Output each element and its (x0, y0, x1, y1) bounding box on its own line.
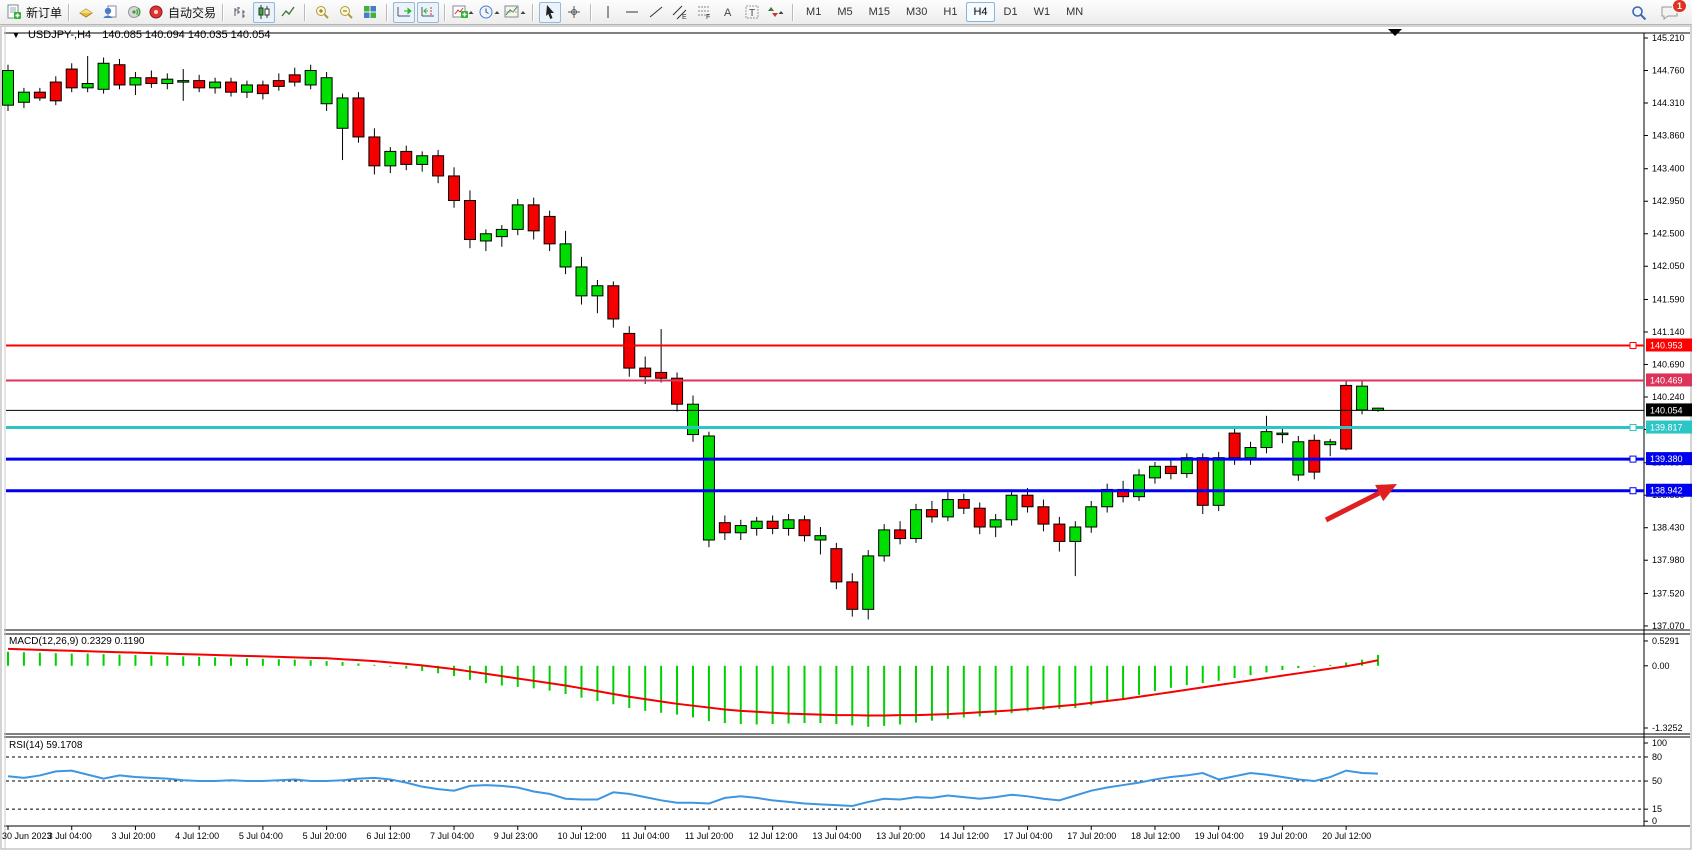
svg-text:5 Jul 04:00: 5 Jul 04:00 (239, 831, 283, 841)
svg-text:11 Jul 20:00: 11 Jul 20:00 (685, 831, 733, 841)
svg-text:145.210: 145.210 (1652, 33, 1685, 43)
svg-text:19 Jul 20:00: 19 Jul 20:00 (1258, 831, 1307, 841)
svg-text:10 Jul 12:00: 10 Jul 12:00 (557, 831, 606, 841)
svg-text:20 Jul 12:00: 20 Jul 12:00 (1322, 831, 1371, 841)
svg-text:143.400: 143.400 (1652, 164, 1685, 174)
macd-label: MACD(12,26,9) 0.2329 0.1190 (9, 636, 145, 647)
svg-text:50: 50 (1652, 776, 1662, 786)
svg-text:4 Jul 12:00: 4 Jul 12:00 (175, 831, 219, 841)
svg-text:137.980: 137.980 (1652, 555, 1685, 565)
svg-text:-1.3252: -1.3252 (1652, 723, 1683, 733)
svg-text:142.500: 142.500 (1652, 229, 1685, 239)
collapse-triangle-icon[interactable]: ▼ (12, 31, 20, 40)
trading-platform-window: { "toolbar": { "new_order_label": "新订单",… (0, 0, 1692, 850)
svg-text:6 Jul 12:00: 6 Jul 12:00 (366, 831, 410, 841)
svg-text:139.817: 139.817 (1650, 423, 1683, 433)
rsi-label: RSI(14) 59.1708 (9, 740, 83, 751)
chart-title: ▼ USDJPY-,H4 140.085 140.094 140.035 140… (12, 29, 270, 41)
svg-text:11 Jul 04:00: 11 Jul 04:00 (621, 831, 669, 841)
svg-text:3 Jul 20:00: 3 Jul 20:00 (111, 831, 155, 841)
svg-text:0.00: 0.00 (1652, 661, 1670, 671)
svg-text:142.050: 142.050 (1652, 261, 1685, 271)
svg-text:140.690: 140.690 (1652, 359, 1685, 369)
svg-text:142.950: 142.950 (1652, 196, 1685, 206)
svg-text:141.590: 141.590 (1652, 294, 1685, 304)
svg-text:17 Jul 04:00: 17 Jul 04:00 (1004, 831, 1053, 841)
svg-text:18 Jul 12:00: 18 Jul 12:00 (1131, 831, 1180, 841)
svg-text:138.430: 138.430 (1652, 523, 1685, 533)
svg-text:0.5291: 0.5291 (1652, 636, 1680, 646)
svg-text:143.860: 143.860 (1652, 131, 1685, 141)
svg-text:5 Jul 20:00: 5 Jul 20:00 (303, 831, 347, 841)
svg-text:19 Jul 04:00: 19 Jul 04:00 (1195, 831, 1244, 841)
svg-text:141.140: 141.140 (1652, 327, 1685, 337)
svg-text:144.760: 144.760 (1652, 66, 1685, 76)
svg-text:140.054: 140.054 (1650, 405, 1683, 415)
ohlc-values: 140.085 140.094 140.035 140.054 (102, 29, 270, 41)
svg-text:140.240: 140.240 (1652, 392, 1685, 402)
svg-text:139.380: 139.380 (1650, 454, 1683, 464)
svg-text:144.310: 144.310 (1652, 98, 1685, 108)
symbol-period: USDJPY-,H4 (28, 29, 91, 41)
svg-text:140.953: 140.953 (1650, 340, 1683, 350)
svg-text:7 Jul 04:00: 7 Jul 04:00 (430, 831, 474, 841)
svg-text:80: 80 (1652, 752, 1662, 762)
svg-text:9 Jul 23:00: 9 Jul 23:00 (494, 831, 538, 841)
svg-text:138.942: 138.942 (1650, 486, 1683, 496)
svg-text:0: 0 (1652, 816, 1657, 826)
svg-text:14 Jul 12:00: 14 Jul 12:00 (940, 831, 989, 841)
svg-text:137.520: 137.520 (1652, 588, 1685, 598)
svg-text:15: 15 (1652, 804, 1662, 814)
svg-text:140.469: 140.469 (1650, 375, 1683, 385)
svg-text:17 Jul 20:00: 17 Jul 20:00 (1067, 831, 1116, 841)
svg-text:13 Jul 04:00: 13 Jul 04:00 (812, 831, 861, 841)
svg-text:137.070: 137.070 (1652, 621, 1685, 631)
svg-text:100: 100 (1652, 738, 1667, 748)
svg-text:13 Jul 20:00: 13 Jul 20:00 (876, 831, 925, 841)
svg-text:3 Jul 04:00: 3 Jul 04:00 (48, 831, 92, 841)
chart-canvas[interactable]: 145.210 144.760 144.310 143.860 143.400 142.9… (0, 0, 1692, 850)
svg-text:30 Jun 2023: 30 Jun 2023 (2, 831, 52, 841)
svg-text:12 Jul 12:00: 12 Jul 12:00 (749, 831, 798, 841)
